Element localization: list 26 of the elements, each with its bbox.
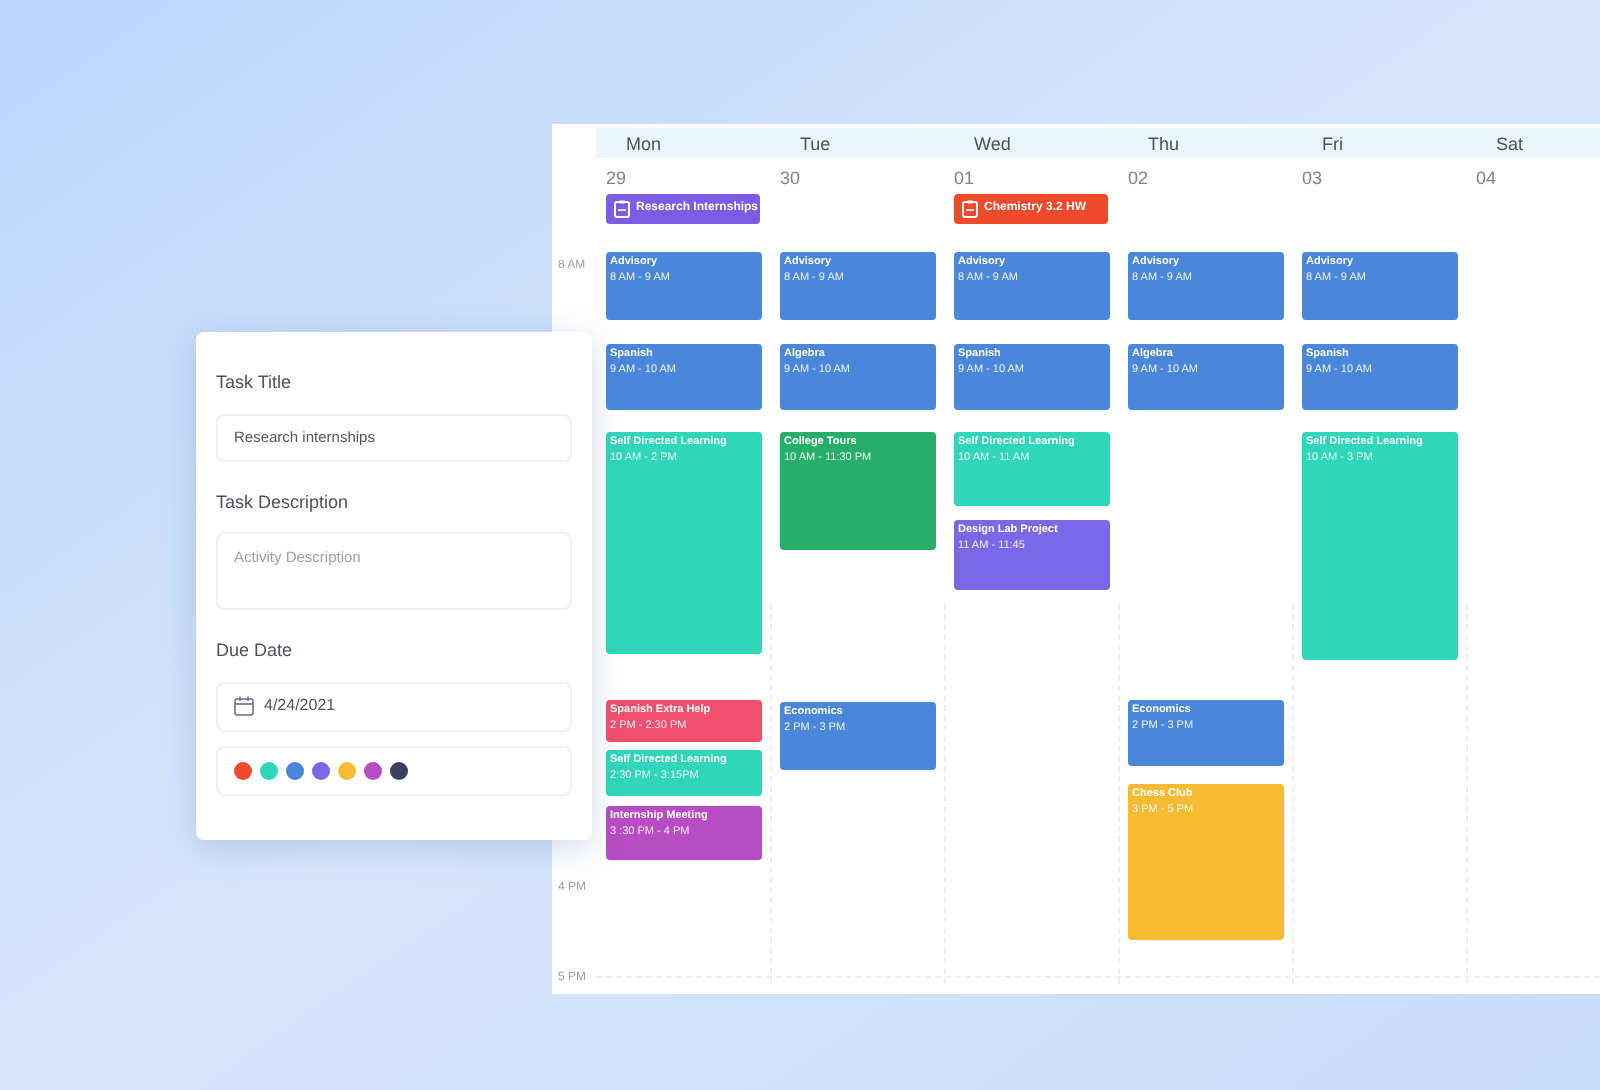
color-swatch[interactable]	[286, 761, 304, 779]
date-number: 02	[1128, 166, 1149, 192]
weekday-label: Wed	[974, 132, 1011, 158]
date-number: 01	[954, 166, 975, 192]
color-swatch[interactable]	[390, 761, 408, 779]
color-swatch[interactable]	[312, 761, 330, 779]
clipboard-icon	[614, 200, 630, 218]
color-swatch[interactable]	[260, 761, 278, 779]
field-label: Task Description	[216, 489, 351, 516]
date-number: 29	[606, 166, 627, 192]
date-field[interactable]: 4/24/2021	[216, 681, 572, 731]
weekday-label: Fri	[1322, 132, 1343, 158]
color-swatch[interactable]	[364, 761, 382, 779]
field-label: Task Title	[216, 370, 294, 396]
weekday-label: Tue	[800, 132, 831, 158]
color-swatch[interactable]	[338, 761, 356, 779]
weekday-label: Sat	[1496, 132, 1524, 158]
calendar-icon	[234, 696, 254, 716]
weekday-label: Mon	[626, 132, 662, 158]
field-label: Due Date	[216, 638, 295, 664]
date-number: 30	[780, 166, 801, 192]
color-swatch[interactable]	[234, 761, 252, 779]
date-number: 03	[1302, 166, 1323, 192]
clipboard-icon	[962, 200, 978, 218]
date-number: 04	[1476, 166, 1497, 192]
weekday-label: Thu	[1148, 132, 1180, 158]
